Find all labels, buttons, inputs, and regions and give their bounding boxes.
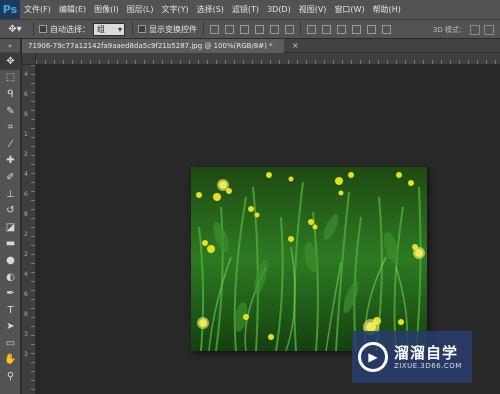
auto-select-label: 自动选择： bbox=[50, 24, 90, 34]
divider bbox=[203, 22, 204, 36]
3d-mode-group: 3D 模式： bbox=[433, 20, 494, 40]
zoom-tool-icon[interactable]: ⚲ bbox=[0, 368, 21, 385]
watermark-url: ZIXUE.3D66.COM bbox=[394, 362, 462, 370]
clone-stamp-tool-icon[interactable]: ⊥ bbox=[0, 186, 21, 203]
move-tool-icon[interactable]: ✥ bbox=[0, 53, 21, 70]
document-tab[interactable]: 71906-79c77a12142fa9aaed8da5c9f21b5287.j… bbox=[22, 39, 284, 53]
play-logo-icon: ▶ bbox=[358, 342, 388, 372]
pen-tool-icon[interactable]: ✒ bbox=[0, 285, 21, 302]
show-transform-label: 显示变换控件 bbox=[149, 24, 197, 34]
tools-panel: » ✥ ⬚ ᑫ ✎ ⌗ ⁄ ✚ ✐ ⊥ ↺ ◪ ▬ ● ◐ ✒ T ➤ ▭ ✋ … bbox=[0, 39, 21, 394]
horizontal-ruler[interactable] bbox=[36, 53, 500, 65]
crop-tool-icon[interactable]: ⌗ bbox=[0, 119, 21, 136]
distribute-bottom-icon[interactable] bbox=[337, 24, 346, 34]
dodge-tool-icon[interactable]: ◐ bbox=[0, 269, 21, 286]
type-tool-icon[interactable]: T bbox=[0, 302, 21, 319]
distribute-left-icon[interactable] bbox=[352, 24, 361, 34]
distribute-top-icon[interactable] bbox=[307, 24, 316, 34]
tools-collapse-icon[interactable]: » bbox=[0, 39, 20, 53]
ruler-label: 4 bbox=[24, 171, 28, 178]
ruler-label: 8 bbox=[24, 211, 28, 218]
divider bbox=[33, 22, 34, 36]
align-vcenter-icon[interactable] bbox=[225, 24, 234, 34]
menu-view[interactable]: 视图(V) bbox=[295, 0, 331, 19]
healing-brush-tool-icon[interactable]: ✚ bbox=[0, 153, 21, 170]
align-right-icon[interactable] bbox=[285, 24, 294, 34]
shape-tool-icon[interactable]: ▭ bbox=[0, 335, 21, 352]
align-hcenter-icon[interactable] bbox=[270, 24, 279, 34]
options-bar: ✥▾ 自动选择： 组 显示变换控件 3D 模式： bbox=[0, 19, 500, 39]
3d-mode-label: 3D 模式： bbox=[432, 26, 466, 34]
gradient-tool-icon[interactable]: ▬ bbox=[0, 236, 21, 253]
divider bbox=[132, 22, 133, 36]
ruler-label: 8 bbox=[24, 111, 28, 118]
close-tab-icon[interactable]: × bbox=[292, 39, 299, 53]
eyedropper-tool-icon[interactable]: ⁄ bbox=[0, 136, 21, 153]
auto-select-checkbox[interactable] bbox=[39, 25, 47, 33]
menu-layer[interactable]: 图层(L) bbox=[123, 0, 158, 19]
menu-select[interactable]: 选择(S) bbox=[193, 0, 228, 19]
eraser-tool-icon[interactable]: ◪ bbox=[0, 219, 21, 236]
auto-select-dropdown[interactable]: 组 bbox=[93, 22, 125, 36]
hand-tool-icon[interactable]: ✋ bbox=[0, 352, 21, 369]
brush-tool-icon[interactable]: ✐ bbox=[0, 169, 21, 186]
divider bbox=[300, 22, 301, 36]
history-brush-tool-icon[interactable]: ↺ bbox=[0, 202, 21, 219]
site-watermark: ▶ 溜溜自学 ZIXUE.3D66.COM bbox=[352, 331, 472, 383]
blur-tool-icon[interactable]: ● bbox=[0, 252, 21, 269]
watermark-title: 溜溜自学 bbox=[394, 344, 459, 362]
menu-help[interactable]: 帮助(H) bbox=[369, 0, 405, 19]
distribute-right-icon[interactable] bbox=[382, 24, 391, 34]
ruler-label: 6 bbox=[24, 291, 28, 298]
ruler-label: 6 bbox=[24, 191, 28, 198]
menu-file[interactable]: 文件(F) bbox=[20, 0, 55, 19]
3d-roll-icon[interactable] bbox=[484, 25, 494, 35]
vertical-ruler[interactable]: 4 6 8 1 2 4 6 8 2 2 4 6 8 3 3 bbox=[22, 65, 36, 394]
menu-3d[interactable]: 3D(D) bbox=[263, 0, 295, 19]
menu-image[interactable]: 图像(I) bbox=[90, 0, 123, 19]
move-tool-preset-icon[interactable]: ✥▾ bbox=[0, 19, 30, 39]
canvas-image[interactable] bbox=[191, 167, 427, 351]
ruler-label: 3 bbox=[24, 351, 28, 358]
lasso-tool-icon[interactable]: ᑫ bbox=[0, 86, 21, 103]
distribute-hcenter-icon[interactable] bbox=[367, 24, 376, 34]
align-left-icon[interactable] bbox=[255, 24, 264, 34]
menu-edit[interactable]: 编辑(E) bbox=[55, 0, 90, 19]
ruler-label: 3 bbox=[24, 331, 28, 338]
ruler-ticks bbox=[36, 60, 500, 64]
app-logo: Ps bbox=[0, 0, 20, 19]
flower-field-image bbox=[191, 167, 427, 351]
ruler-label: 2 bbox=[24, 151, 28, 158]
path-select-tool-icon[interactable]: ➤ bbox=[0, 319, 21, 336]
align-bottom-icon[interactable] bbox=[240, 24, 249, 34]
quick-select-tool-icon[interactable]: ✎ bbox=[0, 103, 21, 120]
menu-type[interactable]: 文字(Y) bbox=[157, 0, 192, 19]
ruler-label: 4 bbox=[24, 271, 28, 278]
photoshop-window: Ps 文件(F) 编辑(E) 图像(I) 图层(L) 文字(Y) 选择(S) 滤… bbox=[0, 0, 500, 394]
ruler-label: 1 bbox=[24, 131, 28, 138]
align-top-icon[interactable] bbox=[210, 24, 219, 34]
ruler-label: 4 bbox=[24, 71, 28, 78]
marquee-tool-icon[interactable]: ⬚ bbox=[0, 70, 21, 87]
distribute-vcenter-icon[interactable] bbox=[322, 24, 331, 34]
menu-window[interactable]: 窗口(W) bbox=[330, 0, 368, 19]
3d-rotate-icon[interactable] bbox=[470, 25, 480, 35]
menu-filter[interactable]: 滤镜(T) bbox=[228, 0, 263, 19]
show-transform-checkbox[interactable] bbox=[138, 25, 146, 33]
ruler-label: 2 bbox=[24, 251, 28, 258]
ruler-label: 2 bbox=[24, 231, 28, 238]
ruler-label: 6 bbox=[24, 91, 28, 98]
menu-bar: Ps 文件(F) 编辑(E) 图像(I) 图层(L) 文字(Y) 选择(S) 滤… bbox=[0, 0, 500, 19]
ruler-ticks bbox=[31, 65, 35, 394]
ruler-label: 8 bbox=[24, 311, 28, 318]
document-tab-bar: 71906-79c77a12142fa9aaed8da5c9f21b5287.j… bbox=[22, 39, 500, 53]
ruler-corner[interactable] bbox=[22, 53, 36, 65]
